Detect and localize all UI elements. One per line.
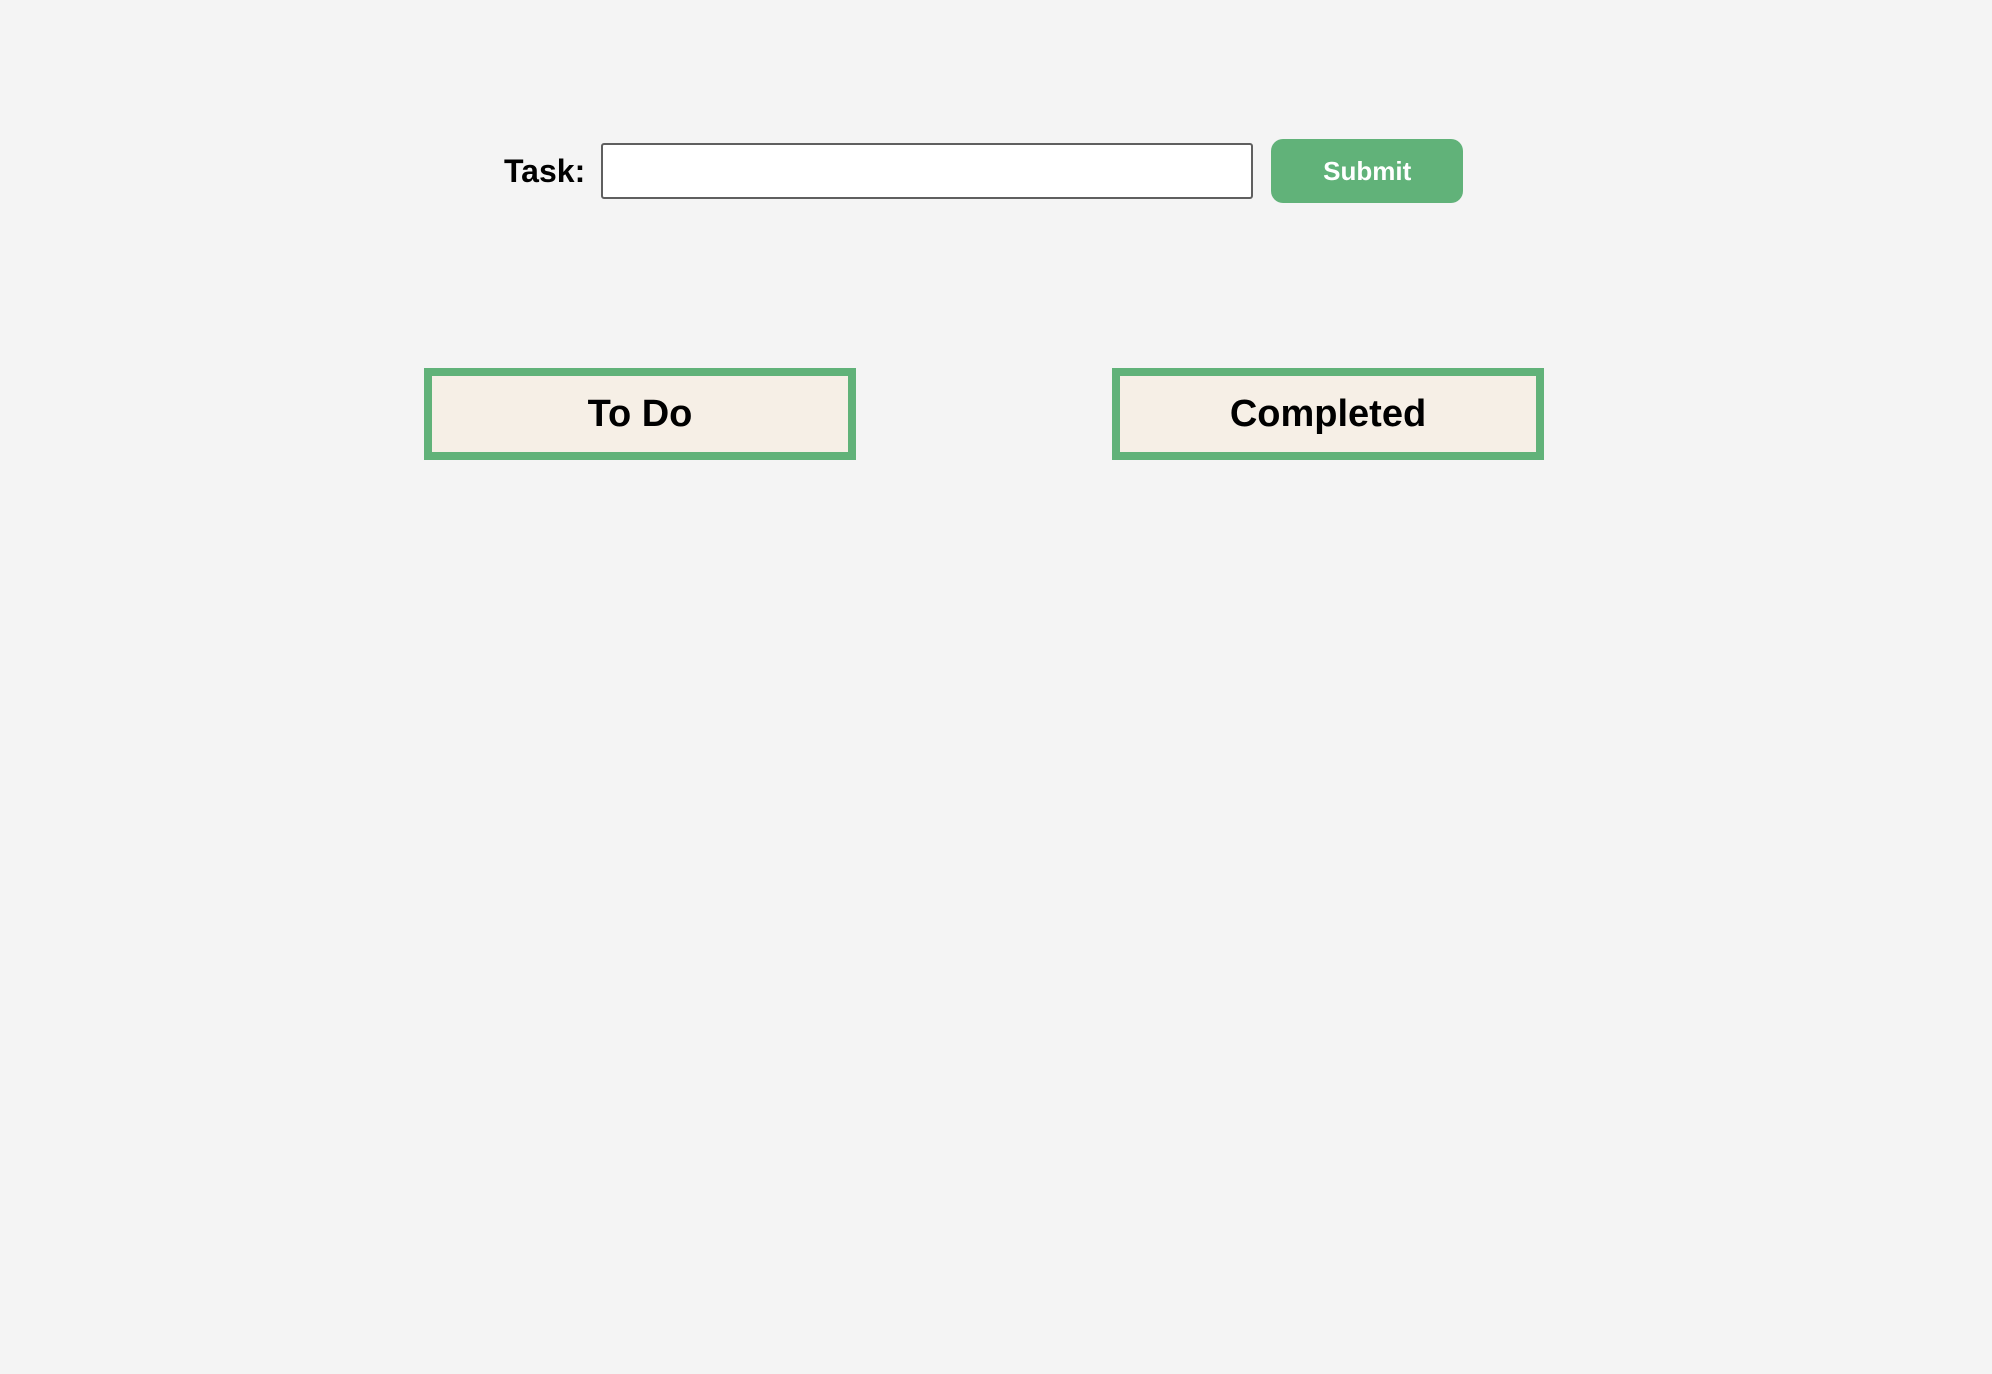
completed-column-header: Completed: [1112, 368, 1544, 460]
todo-column-title: To Do: [587, 392, 693, 435]
task-input[interactable]: [601, 143, 1254, 199]
submit-button[interactable]: Submit: [1271, 139, 1464, 203]
todo-column-header: To Do: [424, 368, 856, 460]
task-form: Task: Submit: [504, 138, 1464, 204]
completed-column-title: Completed: [1229, 392, 1427, 435]
task-label: Task:: [504, 152, 586, 189]
